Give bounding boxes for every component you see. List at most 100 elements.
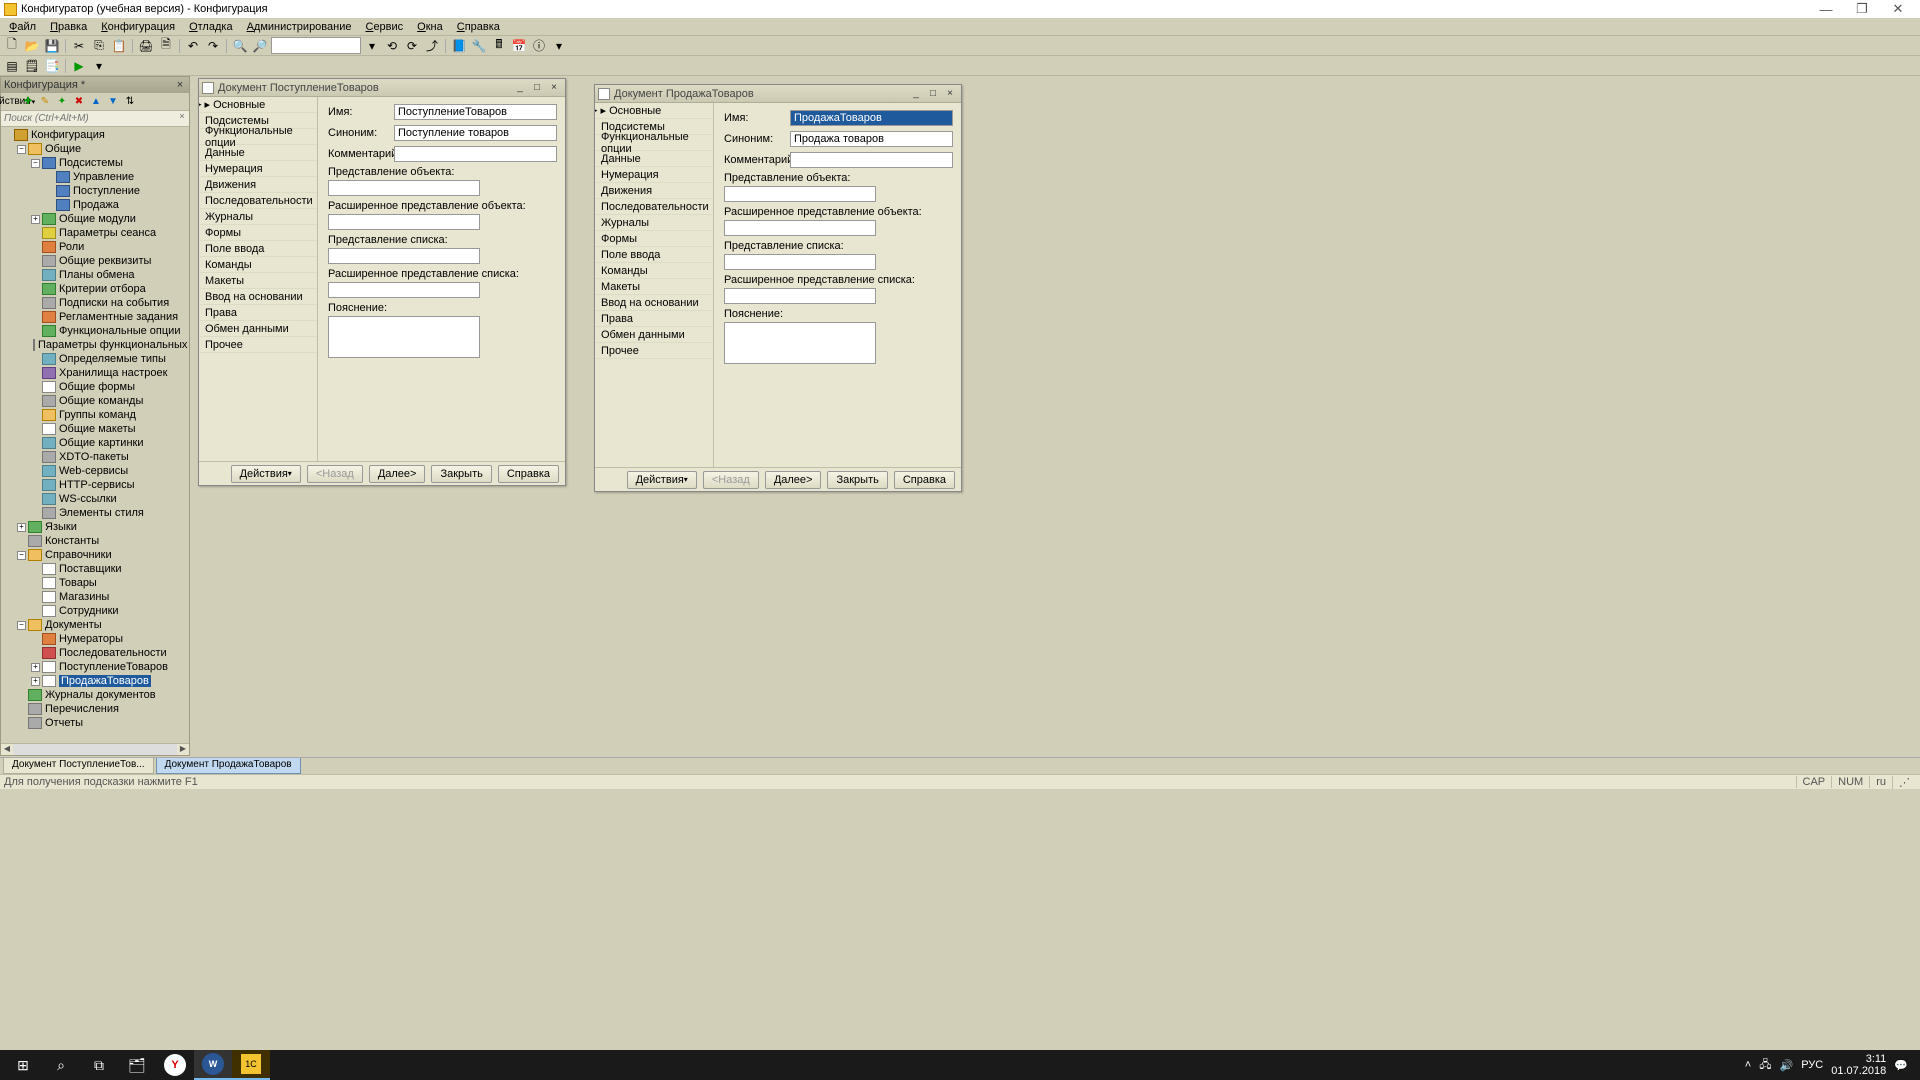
doc1-back-button[interactable]: <Назад bbox=[307, 465, 363, 483]
doc1-objrep-input[interactable] bbox=[328, 180, 480, 196]
tb2-icon-3[interactable]: 📑 bbox=[43, 57, 61, 75]
tree-item[interactable]: Регламентные задания bbox=[1, 310, 189, 324]
tree-item[interactable]: Общие команды bbox=[1, 394, 189, 408]
nav-item[interactable]: Ввод на основании bbox=[199, 289, 317, 305]
tree-item[interactable]: −Общие bbox=[1, 142, 189, 156]
nav-item[interactable]: Обмен данными bbox=[595, 327, 713, 343]
doc1-listrep-input[interactable] bbox=[328, 248, 480, 264]
nav-item[interactable]: Последовательности bbox=[595, 199, 713, 215]
minimize-button[interactable]: — bbox=[1808, 0, 1844, 18]
doc2-min-icon[interactable]: _ bbox=[908, 87, 924, 101]
doc1-max-icon[interactable]: □ bbox=[529, 81, 545, 95]
nav-item[interactable]: Макеты bbox=[595, 279, 713, 295]
tree-item[interactable]: Общие реквизиты bbox=[1, 254, 189, 268]
nav-item[interactable]: Журналы bbox=[199, 209, 317, 225]
tree-item[interactable]: Определяемые типы bbox=[1, 352, 189, 366]
nav-item[interactable]: Движения bbox=[595, 183, 713, 199]
tree-item[interactable]: Планы обмена bbox=[1, 268, 189, 282]
doc2-actions-button[interactable]: Действия bbox=[627, 471, 697, 489]
1c-icon[interactable]: 1C bbox=[232, 1050, 270, 1080]
nav-item[interactable]: Формы bbox=[199, 225, 317, 241]
nav-back-icon[interactable]: ⟲ bbox=[383, 37, 401, 55]
taskview-icon[interactable]: ⧉ bbox=[80, 1050, 118, 1080]
doc1-min-icon[interactable]: _ bbox=[512, 81, 528, 95]
doc1-help-button[interactable]: Справка bbox=[498, 465, 559, 483]
tree-item[interactable]: Web-сервисы bbox=[1, 464, 189, 478]
tree-item[interactable]: +Языки bbox=[1, 520, 189, 534]
tree-item[interactable]: Последовательности bbox=[1, 646, 189, 660]
mdi-tab[interactable]: Документ ПоступлениеТов... bbox=[3, 758, 154, 774]
tree-hscroll[interactable]: ◀▶ bbox=[1, 743, 189, 755]
panel-down-icon[interactable]: ▼ bbox=[105, 94, 121, 110]
save-icon[interactable]: 💾 bbox=[43, 37, 61, 55]
help-icon[interactable]: ⓘ bbox=[530, 37, 548, 55]
nav-fwd-icon[interactable]: ⟳ bbox=[403, 37, 421, 55]
nav-item[interactable]: Ввод на основании bbox=[595, 295, 713, 311]
goto-icon[interactable]: ⤴ bbox=[423, 37, 441, 55]
redo-icon[interactable]: ↷ bbox=[204, 37, 222, 55]
tree-item[interactable]: Хранилища настроек bbox=[1, 366, 189, 380]
copy-icon[interactable]: ⎘ bbox=[90, 37, 108, 55]
calc-icon[interactable]: 🖩 bbox=[490, 37, 508, 55]
search-combo[interactable] bbox=[271, 37, 361, 54]
doc2-close-icon[interactable]: × bbox=[942, 87, 958, 101]
tray-clock[interactable]: 3:1101.07.2018 bbox=[1831, 1053, 1886, 1077]
start-icon[interactable]: ⊞ bbox=[4, 1050, 42, 1080]
tree-item[interactable]: Подписки на события bbox=[1, 296, 189, 310]
tree-item[interactable]: Общие макеты bbox=[1, 422, 189, 436]
menu-Правка[interactable]: Правка bbox=[43, 20, 94, 34]
nav-item[interactable]: Функциональные опции bbox=[595, 135, 713, 151]
cut-icon[interactable]: ✂ bbox=[70, 37, 88, 55]
yandex-icon[interactable]: Y bbox=[156, 1050, 194, 1080]
tree-item[interactable]: Поставщики bbox=[1, 562, 189, 576]
tree-root[interactable]: Конфигурация bbox=[1, 128, 189, 142]
nav-item[interactable]: Движения bbox=[199, 177, 317, 193]
doc2-extlistrep-input[interactable] bbox=[724, 288, 876, 304]
tray-volume-icon[interactable]: 🔊 bbox=[1780, 1059, 1794, 1072]
panel-close-icon[interactable]: × bbox=[174, 79, 186, 91]
tree-item[interactable]: Магазины bbox=[1, 590, 189, 604]
nav-item[interactable]: Прочее bbox=[199, 337, 317, 353]
doc1-name-input[interactable] bbox=[394, 104, 557, 120]
tree-item[interactable]: Константы bbox=[1, 534, 189, 548]
panel-search-input[interactable] bbox=[1, 111, 175, 126]
nav-item[interactable]: Нумерация bbox=[199, 161, 317, 177]
nav-item[interactable]: Журналы bbox=[595, 215, 713, 231]
nav-item[interactable]: Функциональные опции bbox=[199, 129, 317, 145]
tray-chevron-icon[interactable]: ˄ bbox=[1745, 1059, 1751, 1071]
menu-Справка[interactable]: Справка bbox=[450, 20, 507, 34]
doc1-actions-button[interactable]: Действия bbox=[231, 465, 301, 483]
tray-network-icon[interactable]: 🖧 bbox=[1759, 1056, 1771, 1075]
tree-item[interactable]: Критерии отбора bbox=[1, 282, 189, 296]
tree-item[interactable]: HTTP-сервисы bbox=[1, 478, 189, 492]
doc2-help-button[interactable]: Справка bbox=[894, 471, 955, 489]
undo-icon[interactable]: ↶ bbox=[184, 37, 202, 55]
config-tree[interactable]: Конфигурация−Общие−ПодсистемыУправлениеП… bbox=[1, 127, 189, 741]
system-tray[interactable]: ˄ 🖧 🔊 РУС 3:1101.07.2018 💬 bbox=[1745, 1053, 1916, 1077]
panel-up-icon[interactable]: ▲ bbox=[88, 94, 104, 110]
run-icon[interactable]: ▶ bbox=[70, 57, 88, 75]
tree-item[interactable]: +ПоступлениеТоваров bbox=[1, 660, 189, 674]
print-icon[interactable]: 🖨 bbox=[137, 37, 155, 55]
tb2-icon-2[interactable]: 🗒 bbox=[23, 57, 41, 75]
tree-item[interactable]: −Справочники bbox=[1, 548, 189, 562]
nav-item[interactable]: Поле ввода bbox=[595, 247, 713, 263]
find-icon[interactable]: 🔍 bbox=[231, 37, 249, 55]
nav-item[interactable]: ▸ Основные bbox=[199, 97, 317, 113]
doc2-titlebar[interactable]: Документ ПродажаТоваров _ □ × bbox=[595, 85, 961, 103]
doc2-explain-input[interactable] bbox=[724, 322, 876, 364]
menu-Конфигурация[interactable]: Конфигурация bbox=[94, 20, 182, 34]
run-dd-icon[interactable]: ▾ bbox=[90, 57, 108, 75]
tree-item[interactable]: Перечисления bbox=[1, 702, 189, 716]
nav-item[interactable]: Права bbox=[595, 311, 713, 327]
tree-item[interactable]: XDTO-пакеты bbox=[1, 450, 189, 464]
doc2-extobjrep-input[interactable] bbox=[724, 220, 876, 236]
nav-item[interactable]: Команды bbox=[595, 263, 713, 279]
tree-item[interactable]: Нумераторы bbox=[1, 632, 189, 646]
tree-item[interactable]: Отчеты bbox=[1, 716, 189, 730]
tree-item[interactable]: +ПродажаТоваров bbox=[1, 674, 189, 688]
mdi-tab[interactable]: Документ ПродажаТоваров bbox=[156, 758, 301, 774]
menu-Администрирование[interactable]: Администрирование bbox=[240, 20, 359, 34]
explorer-icon[interactable]: 🗂 bbox=[118, 1050, 156, 1080]
tree-item[interactable]: WS-ссылки bbox=[1, 492, 189, 506]
